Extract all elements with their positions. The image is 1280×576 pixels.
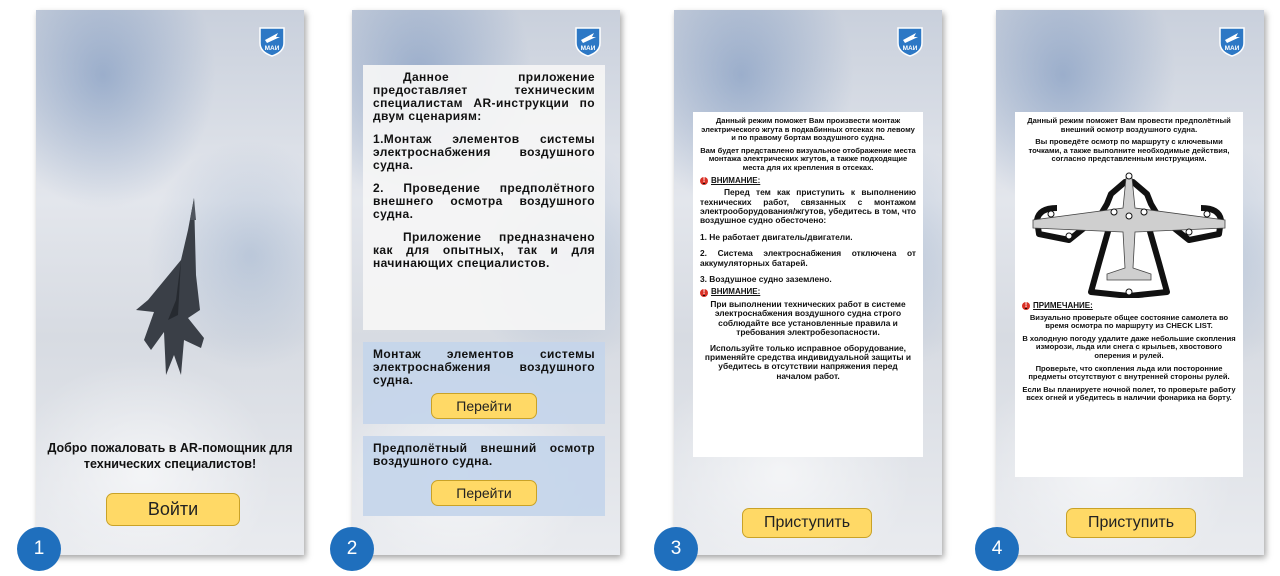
mai-logo-icon: МАИ <box>575 27 601 57</box>
screen-inspection-info: МАИ Данный режим поможет Вам провести пр… <box>996 10 1264 555</box>
note-text: Если Вы планируете ночной полет, то пров… <box>1022 384 1236 403</box>
screen-scenario-select: МАИ Данное приложение предоставляет техн… <box>352 10 620 555</box>
warning-heading: ! ВНИМАНИЕ: <box>700 288 916 297</box>
svg-text:МАИ: МАИ <box>581 45 596 52</box>
info-paragraph: Вы проведёте осмотр по маршруту с ключев… <box>1028 137 1230 164</box>
step-badge: 3 <box>654 527 698 571</box>
card-title: Монтаж элементов системы электроснабжени… <box>373 347 595 387</box>
step-badge: 2 <box>330 527 374 571</box>
screen-installation-info: МАИ Данный режим поможет Вам произвести … <box>674 10 942 555</box>
svg-text:МАИ: МАИ <box>265 45 280 52</box>
welcome-text: Добро пожаловать в AR-помощник для техни… <box>47 441 293 471</box>
info-paragraph: Данный режим поможет Вам произвести монт… <box>701 116 915 143</box>
intro-paragraph: 2. Проведение предполётного внешнего осм… <box>373 181 595 221</box>
scenario-card-installation: Монтаж элементов системы электроснабжени… <box>363 342 605 424</box>
note-heading: ! ПРИМЕЧАНИЕ: <box>1022 300 1236 311</box>
info-paragraph: Вам будет представлено визуальное отобра… <box>700 145 916 172</box>
start-button[interactable]: Приступить <box>1066 508 1196 538</box>
step-badge: 4 <box>975 527 1019 571</box>
warning-label: ВНИМАНИЕ: <box>711 287 761 297</box>
svg-text:МАИ: МАИ <box>1225 45 1240 52</box>
warning-label: ВНИМАНИЕ: <box>711 175 761 185</box>
login-button[interactable]: Войти <box>106 493 240 526</box>
inspection-route-diagram <box>1032 172 1226 298</box>
checklist-item: 1. Не работает двигатель/двигатели. <box>700 231 853 242</box>
mai-logo-icon: МАИ <box>1219 27 1245 57</box>
card-title: Предполётный внешний осмотр воздушного с… <box>373 441 595 468</box>
intro-paragraph: Приложение предназначено как для опытных… <box>373 230 595 270</box>
warning-text: Используйте только исправное оборудовани… <box>704 342 912 381</box>
warning-text: При выполнении технических работ в систе… <box>710 299 906 338</box>
go-button[interactable]: Перейти <box>431 393 537 419</box>
note-label: ПРИМЕЧАНИЕ: <box>1033 300 1093 310</box>
note-text: Визуально проверьте общее состояние само… <box>1029 312 1229 331</box>
warning-heading: ! ВНИМАНИЕ: <box>700 175 916 186</box>
warning-icon: ! <box>700 176 708 185</box>
warning-icon: ! <box>700 288 708 297</box>
svg-text:МАИ: МАИ <box>903 45 918 52</box>
intro-panel: Данное приложение предоставляет техничес… <box>363 65 605 330</box>
scenario-card-inspection: Предполётный внешний осмотр воздушного с… <box>363 436 605 516</box>
info-panel: Данный режим поможет Вам провести предпо… <box>1015 112 1243 477</box>
intro-paragraph: 1.Монтаж элементов системы электроснабже… <box>373 132 595 172</box>
note-text: В холодную погоду удалите даже небольшие… <box>1022 333 1236 360</box>
checklist-item: 3. Воздушное судно заземлено. <box>700 274 832 284</box>
checklist-item: 2. Система электроснабжения отключена от… <box>700 248 916 268</box>
fighter-jet-image <box>136 198 204 375</box>
screen-welcome: МАИ Добро пожаловать в AR-помощник для т… <box>36 10 304 555</box>
intro-paragraph: Данное приложение предоставляет техничес… <box>373 70 595 123</box>
warning-icon: ! <box>1022 302 1030 311</box>
mai-logo-icon: МАИ <box>259 27 285 57</box>
mai-logo-icon: МАИ <box>897 27 923 57</box>
start-button[interactable]: Приступить <box>742 508 872 538</box>
info-paragraph: Данный режим поможет Вам провести предпо… <box>1027 116 1231 134</box>
info-panel: Данный режим поможет Вам произвести монт… <box>693 112 923 457</box>
warning-text: Перед тем как приступить к выполнению те… <box>700 187 916 226</box>
note-text: Проверьте, что скопления льда или постор… <box>1028 363 1230 382</box>
go-button[interactable]: Перейти <box>431 480 537 506</box>
step-badge: 1 <box>17 527 61 571</box>
